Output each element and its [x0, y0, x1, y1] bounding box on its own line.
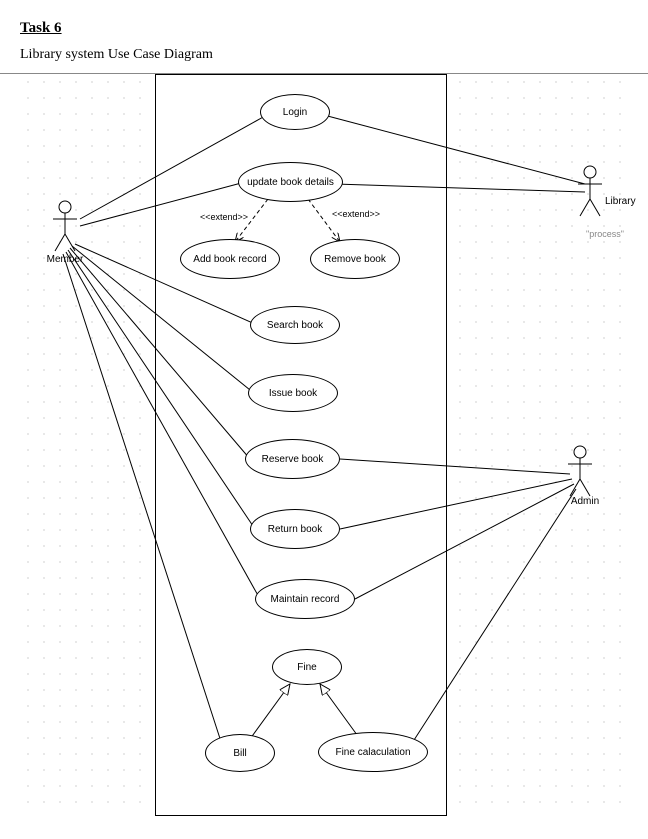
- diagram-canvas: Member Library "process" Admin Login upd…: [20, 74, 628, 814]
- usecase-fine: Fine: [272, 649, 342, 685]
- actor-library-label: Library: [605, 196, 648, 207]
- actor-library: [575, 164, 605, 219]
- usecase-issue-book: Issue book: [248, 374, 338, 412]
- usecase-reserve-book: Reserve book: [245, 439, 340, 479]
- actor-admin: [565, 444, 595, 499]
- actor-admin-label: Admin: [560, 496, 610, 507]
- usecase-remove-book: Remove book: [310, 239, 400, 279]
- stereo-extend-left: <<extend>>: [198, 212, 250, 222]
- stereo-extend-right: <<extend>>: [330, 209, 382, 219]
- usecase-add-book: Add book record: [180, 239, 280, 279]
- page-title: Task 6: [20, 20, 628, 37]
- usecase-bill: Bill: [205, 734, 275, 772]
- usecase-search-book: Search book: [250, 306, 340, 344]
- page-subtitle: Library system Use Case Diagram: [20, 47, 628, 63]
- usecase-fine-calc: Fine calaculation: [318, 732, 428, 772]
- actor-member-label: Member: [40, 254, 90, 265]
- usecase-update-book: update book details: [238, 162, 343, 202]
- actor-member: [50, 199, 80, 254]
- usecase-return-book: Return book: [250, 509, 340, 549]
- usecase-login: Login: [260, 94, 330, 130]
- usecase-maintain-record: Maintain record: [255, 579, 355, 619]
- actor-process-label: "process": [575, 229, 635, 239]
